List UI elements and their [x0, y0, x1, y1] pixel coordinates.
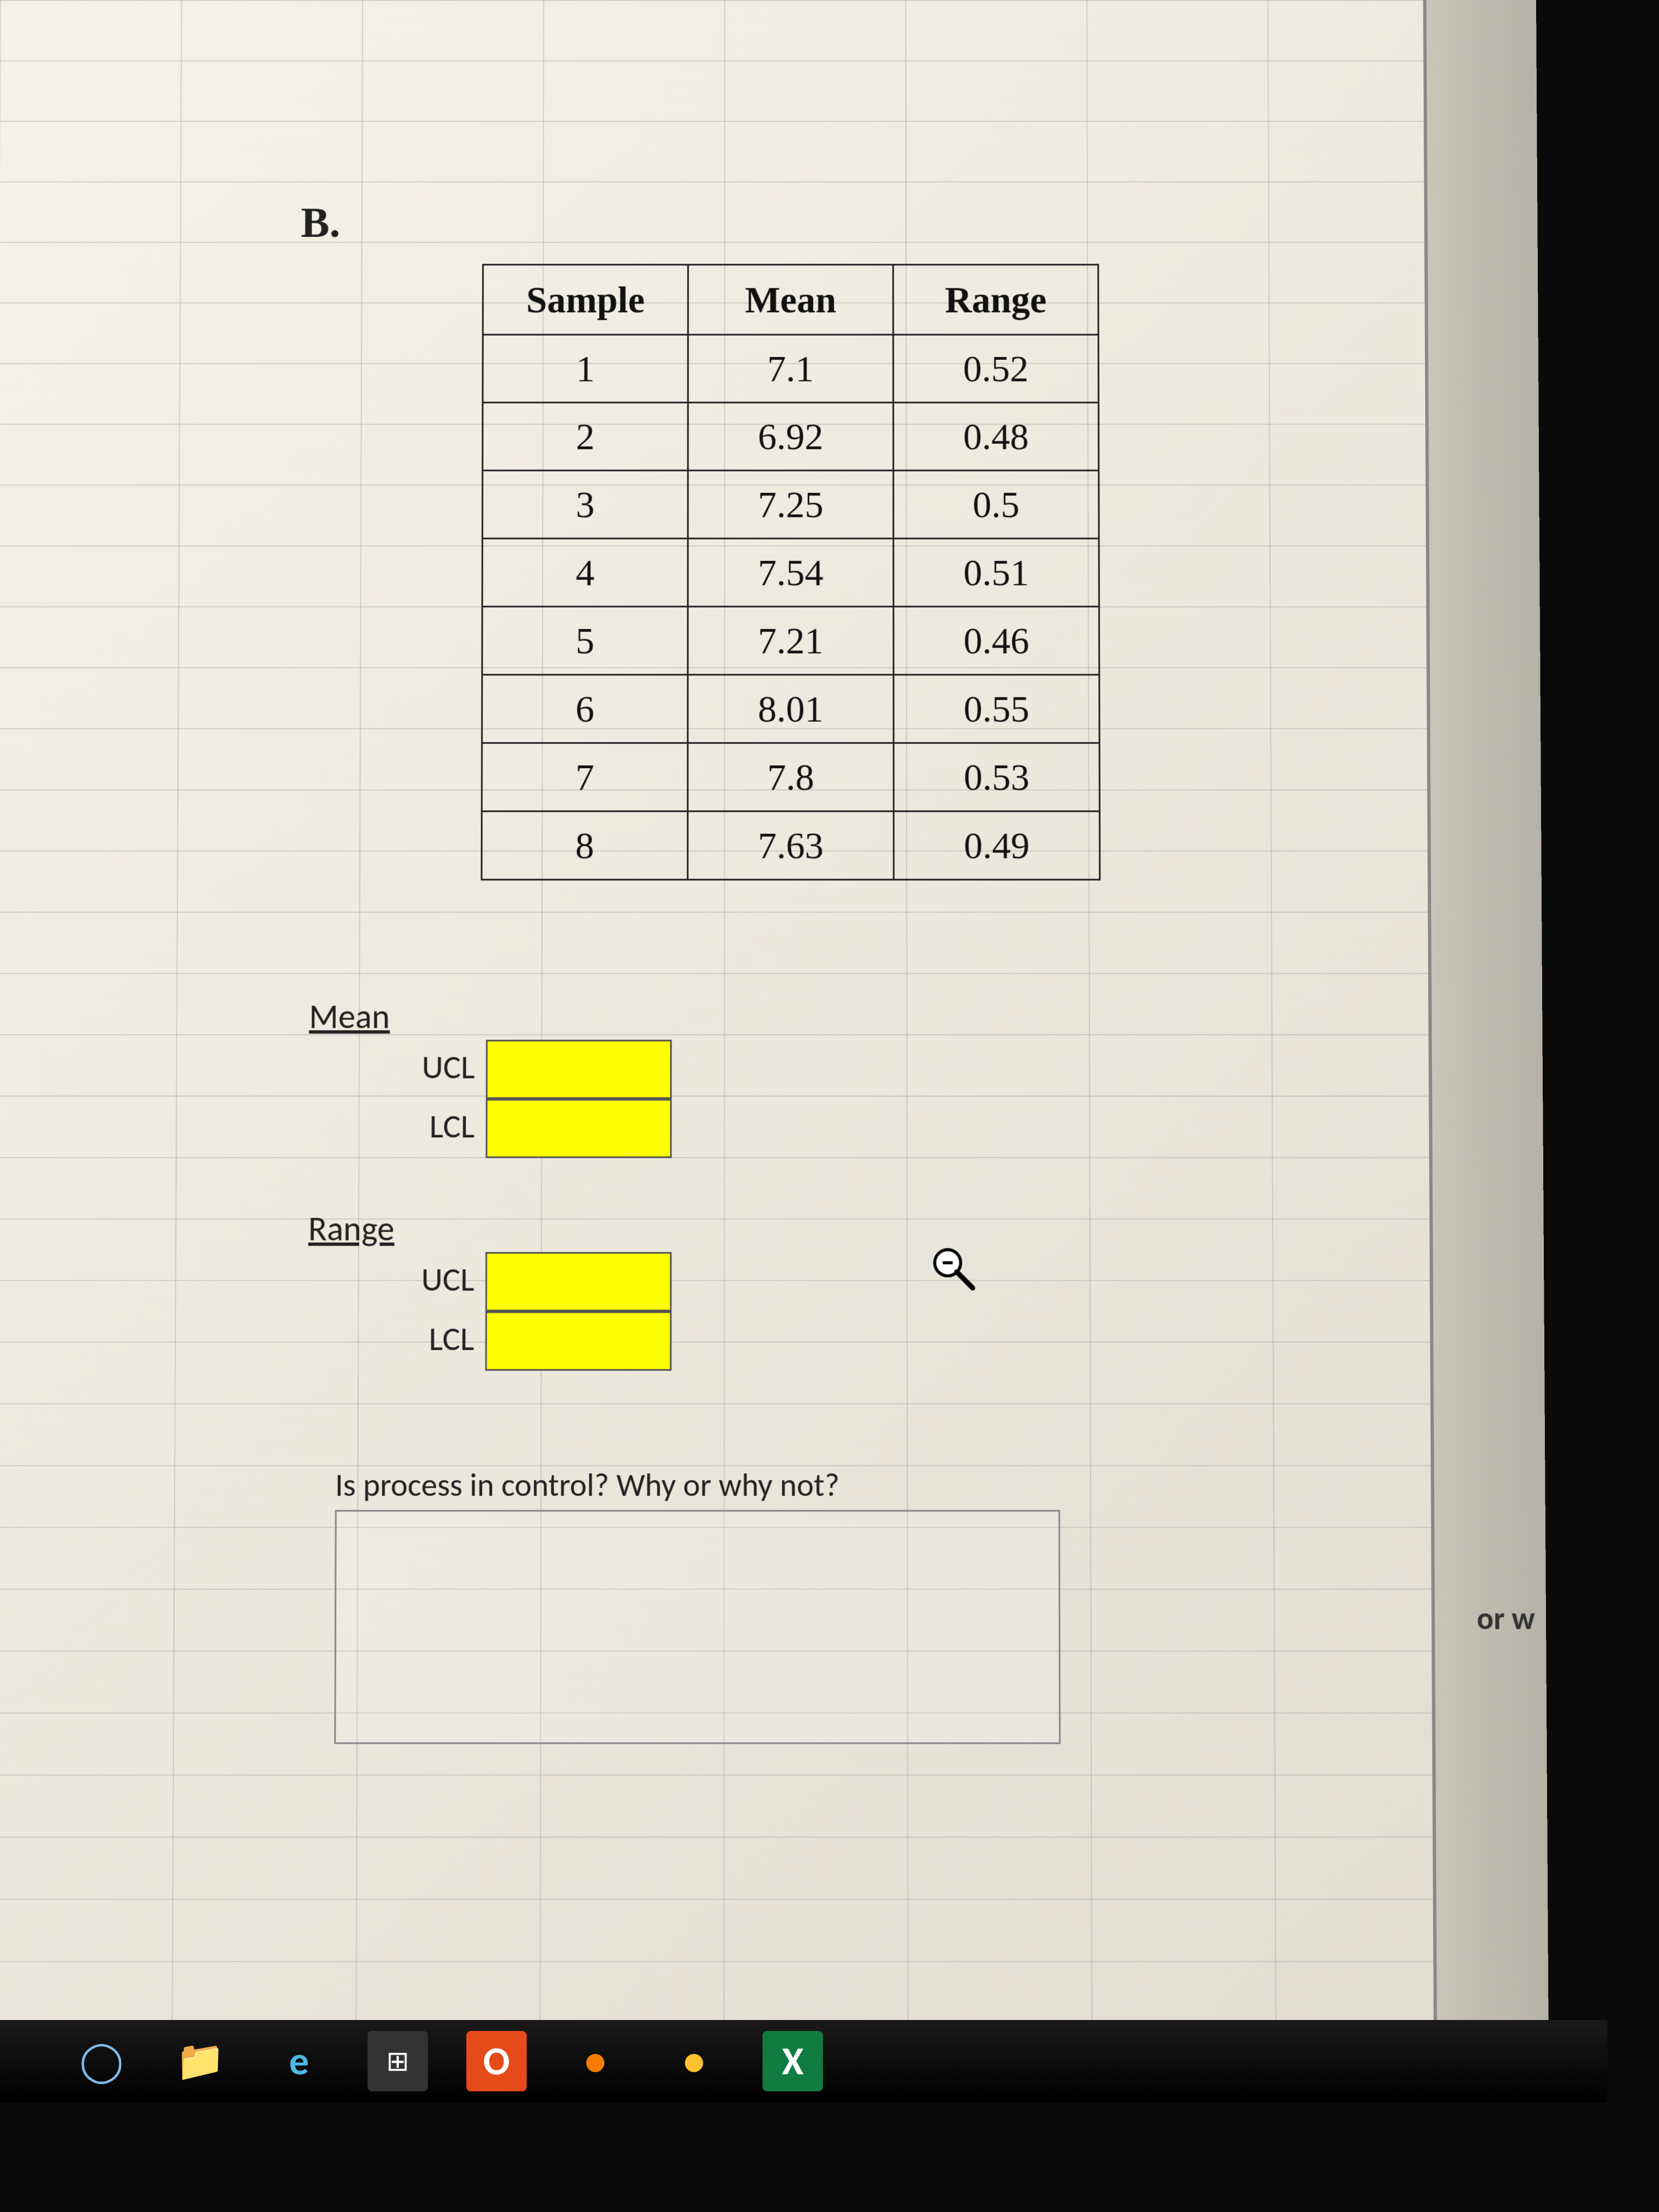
- range-subheader: Range: [308, 1207, 394, 1250]
- table-row: 4 7.54 0.51: [482, 539, 1099, 607]
- table-row: 1 7.1 0.52: [483, 335, 1099, 403]
- store-icon[interactable]: ⊞: [368, 2031, 428, 2091]
- table-row: 6 8.01 0.55: [482, 675, 1099, 743]
- cortana-icon[interactable]: ◯: [71, 2031, 132, 2091]
- header-mean: Mean: [688, 264, 893, 335]
- windows-taskbar[interactable]: ◯ 📁 e ⊞ O ● ● X: [0, 2020, 1607, 2102]
- mean-ucl-cell[interactable]: [486, 1040, 672, 1099]
- section-label: B.: [301, 198, 340, 247]
- header-range: Range: [893, 264, 1098, 335]
- range-ucl-cell[interactable]: [486, 1252, 672, 1311]
- side-panel: [1423, 0, 1549, 2063]
- mean-lcl-label: LCL: [397, 1099, 486, 1155]
- answer-box[interactable]: [334, 1510, 1060, 1744]
- side-panel-partial-text: or w: [1477, 1600, 1535, 1638]
- range-lcl-cell[interactable]: [485, 1311, 672, 1370]
- mean-limits-block: UCL LCL: [397, 1040, 672, 1158]
- table-row: 3 7.25 0.5: [482, 471, 1099, 539]
- mean-lcl-cell[interactable]: [486, 1099, 672, 1158]
- question-text: Is process in control? Why or why not?: [335, 1465, 839, 1505]
- edge-icon[interactable]: e: [269, 2031, 329, 2091]
- header-sample: Sample: [483, 264, 688, 335]
- sample-data-table: Sample Mean Range 1 7.1 0.52 2 6.92 0.48…: [481, 264, 1101, 881]
- mean-subheader: Mean: [309, 995, 390, 1037]
- chrome-icon[interactable]: ●: [664, 2031, 724, 2091]
- table-row: 2 6.92 0.48: [483, 403, 1099, 471]
- office-icon[interactable]: O: [466, 2031, 527, 2091]
- zoom-out-cursor-icon: [929, 1244, 979, 1306]
- table-row: 8 7.63 0.49: [482, 811, 1100, 880]
- mean-ucl-label: UCL: [397, 1040, 486, 1096]
- table-row: 5 7.21 0.46: [482, 607, 1099, 675]
- range-ucl-label: UCL: [397, 1252, 486, 1308]
- range-lcl-label: LCL: [397, 1311, 486, 1367]
- table-row: 7 7.8 0.53: [482, 743, 1099, 811]
- range-limits-block: UCL LCL: [397, 1252, 672, 1370]
- excel-icon[interactable]: X: [763, 2031, 823, 2091]
- spreadsheet-area[interactable]: B. Sample Mean Range 1 7.1 0.52 2 6.92: [0, 0, 1549, 2063]
- file-explorer-icon[interactable]: 📁: [170, 2031, 230, 2091]
- app-icon[interactable]: ●: [565, 2031, 625, 2091]
- table-header-row: Sample Mean Range: [483, 264, 1098, 335]
